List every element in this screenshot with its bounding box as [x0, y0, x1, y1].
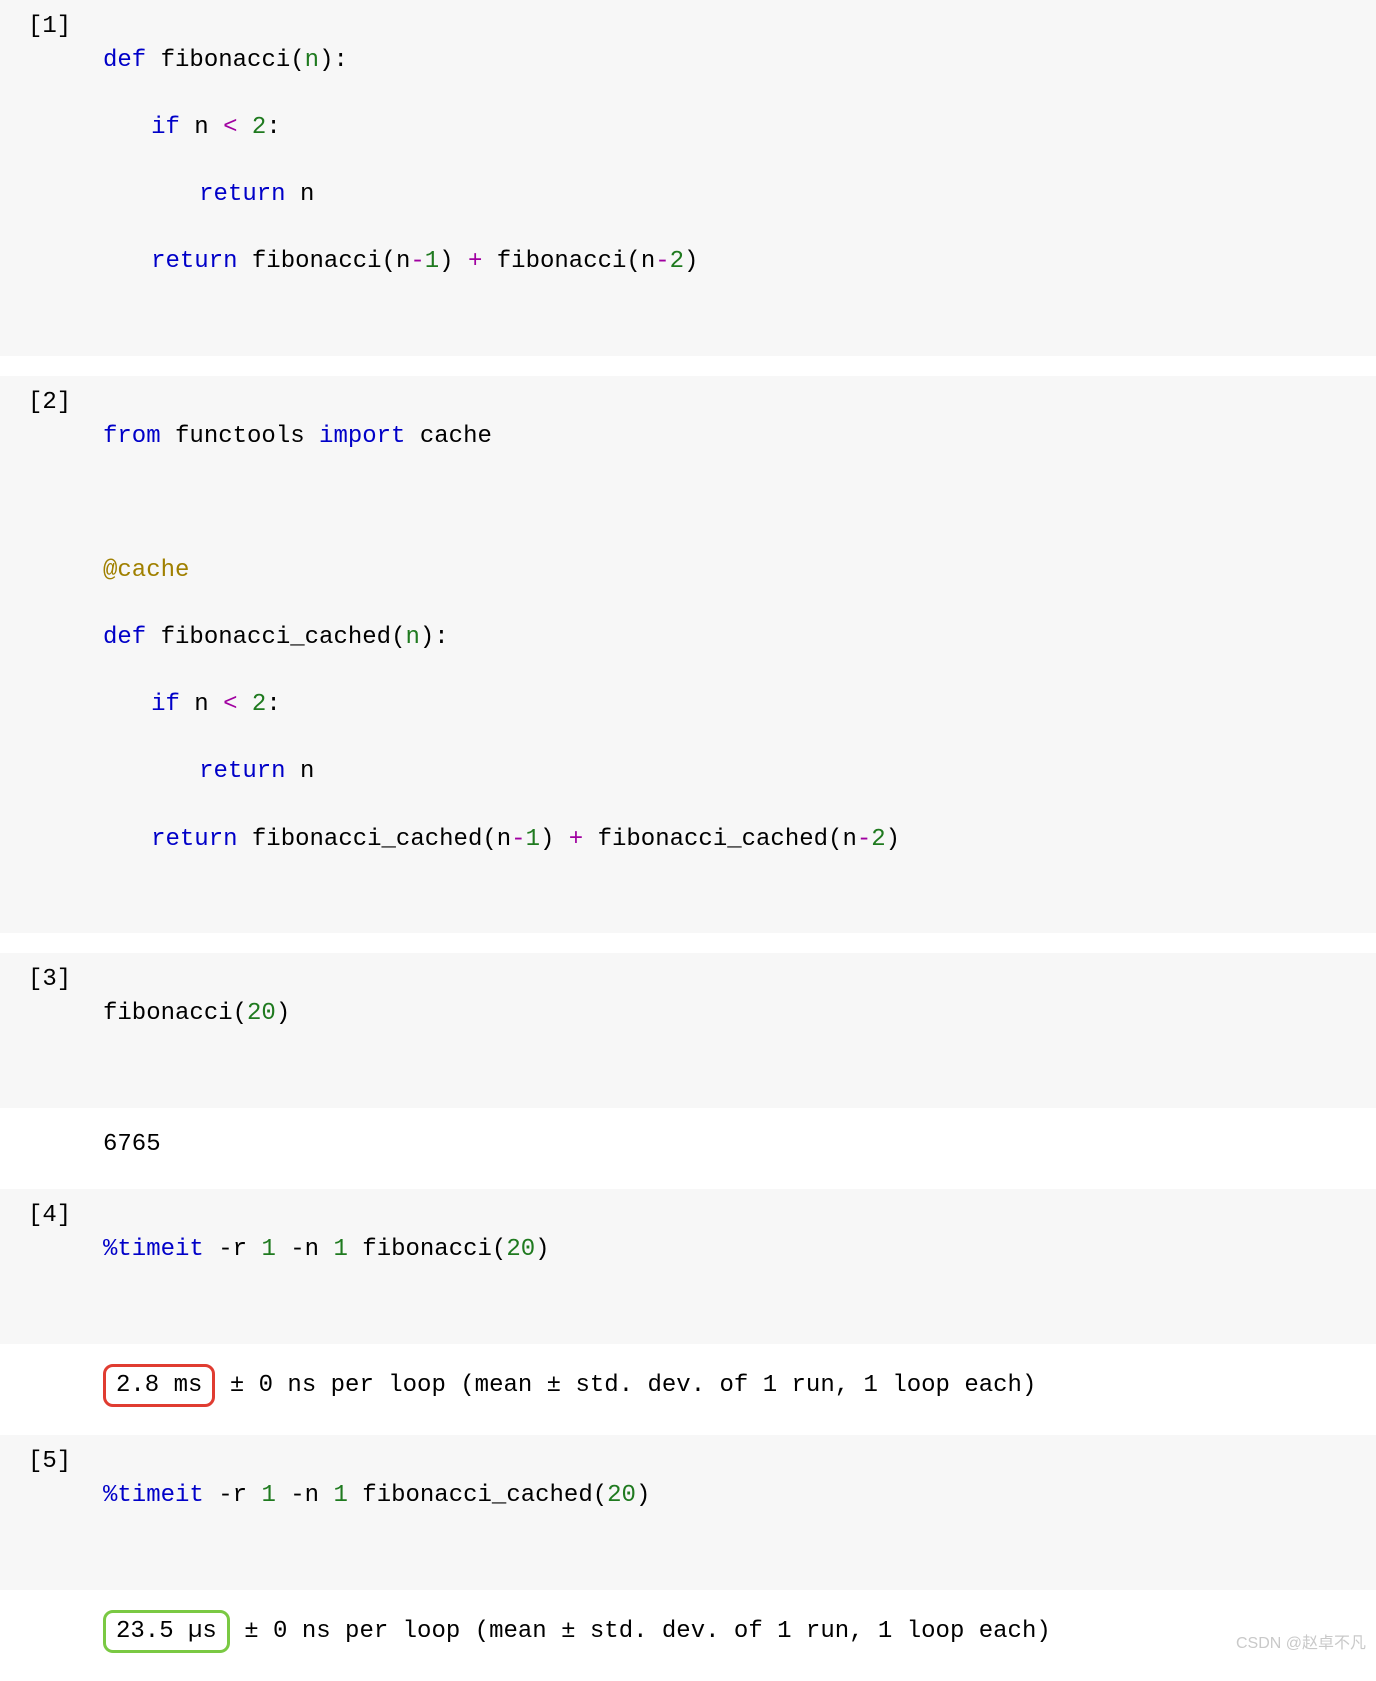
- cell-prompt-4: [4]: [0, 1199, 103, 1233]
- kw-return: return: [199, 181, 285, 208]
- fn-name-cached: fibonacci_cached: [161, 624, 391, 651]
- code-block-3[interactable]: fibonacci(20): [103, 963, 1376, 1097]
- highlight-green: 23.5 µs: [103, 1610, 230, 1654]
- code-block-5[interactable]: %timeit -r 1 -n 1 fibonacci_cached(20): [103, 1445, 1376, 1579]
- param-n: n: [305, 47, 319, 74]
- cell-prompt-2: [2]: [0, 386, 103, 420]
- output-4: 2.8 ms ± 0 ns per loop (mean ± std. dev.…: [0, 1364, 1376, 1416]
- output-5: 23.5 µs ± 0 ns per loop (mean ± std. dev…: [0, 1610, 1376, 1662]
- code-block-1[interactable]: def fibonacci(n): if n < 2: return n ret…: [103, 10, 1376, 346]
- cell-1: [1] def fibonacci(n): if n < 2: return n…: [0, 0, 1376, 356]
- output-text-4: 2.8 ms ± 0 ns per loop (mean ± std. dev.…: [103, 1364, 1376, 1408]
- watermark: CSDN @赵卓不凡: [1236, 1633, 1366, 1655]
- kw-from: from: [103, 423, 161, 450]
- cell-prompt-5: [5]: [0, 1445, 103, 1479]
- cell-prompt-3: [3]: [0, 963, 103, 997]
- cell-prompt-1: [1]: [0, 10, 103, 44]
- output-text-5: 23.5 µs ± 0 ns per loop (mean ± std. dev…: [103, 1610, 1376, 1654]
- cell-4: [4] %timeit -r 1 -n 1 fibonacci(20): [0, 1189, 1376, 1343]
- kw-def: def: [103, 47, 146, 74]
- fn-name: fibonacci: [161, 47, 291, 74]
- code-block-2[interactable]: from functools import cache @cache def f…: [103, 386, 1376, 924]
- page: [1] def fibonacci(n): if n < 2: return n…: [0, 0, 1376, 1661]
- output-3: 6765: [0, 1128, 1376, 1170]
- decorator-cache: @cache: [103, 557, 189, 584]
- kw-import: import: [319, 423, 405, 450]
- magic-timeit: %timeit: [103, 1236, 204, 1263]
- output-text-3: 6765: [103, 1128, 1376, 1162]
- code-block-4[interactable]: %timeit -r 1 -n 1 fibonacci(20): [103, 1199, 1376, 1333]
- cell-5: [5] %timeit -r 1 -n 1 fibonacci_cached(2…: [0, 1435, 1376, 1589]
- cell-2: [2] from functools import cache @cache d…: [0, 376, 1376, 934]
- cell-3: [3] fibonacci(20): [0, 953, 1376, 1107]
- highlight-red: 2.8 ms: [103, 1364, 215, 1408]
- kw-if: if: [151, 114, 180, 141]
